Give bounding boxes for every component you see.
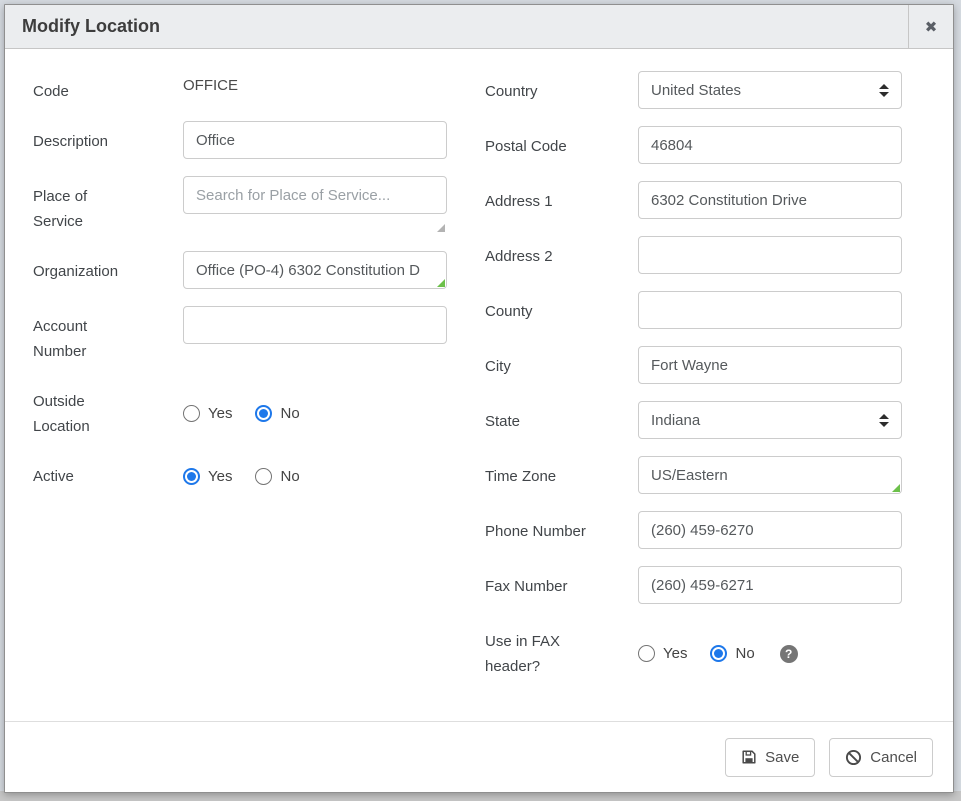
select-caret-icon [879, 84, 889, 97]
page-background: Modify Location ✖ Code OFFICE Descriptio… [0, 0, 961, 801]
close-button[interactable]: ✖ [908, 5, 953, 48]
outside-location-yes-radio[interactable]: Yes [183, 405, 232, 422]
time-zone-label: Time Zone [485, 456, 638, 494]
field-fax-header: Use in FAX header? Yes No ? [485, 621, 905, 679]
code-value: OFFICE [183, 71, 447, 94]
field-phone-number: Phone Number [485, 511, 905, 549]
cancel-button[interactable]: Cancel [829, 738, 933, 777]
state-select-value: Indiana [651, 412, 879, 429]
city-input[interactable] [638, 346, 902, 384]
field-address2: Address 2 [485, 236, 905, 274]
radio-unchecked-icon [638, 645, 655, 662]
close-icon: ✖ [925, 18, 938, 36]
state-label: State [485, 401, 638, 439]
time-zone-input[interactable] [638, 456, 902, 494]
autocomplete-valid-corner-icon [437, 279, 445, 287]
active-label: Active [33, 456, 183, 489]
phone-number-input[interactable] [638, 511, 902, 549]
radio-unchecked-icon [255, 468, 272, 485]
address2-label: Address 2 [485, 236, 638, 274]
radio-label: No [735, 645, 754, 662]
radio-label: No [280, 405, 299, 422]
active-yes-radio[interactable]: Yes [183, 468, 232, 485]
place-of-service-label: Place of Service [33, 176, 183, 234]
field-city: City [485, 346, 905, 384]
right-column: Country United States Postal Code [485, 71, 905, 721]
radio-label: Yes [663, 645, 687, 662]
cancel-button-label: Cancel [870, 749, 917, 766]
autocomplete-corner-icon [437, 224, 445, 232]
county-label: County [485, 291, 638, 329]
save-button[interactable]: Save [725, 738, 815, 777]
postal-code-label: Postal Code [485, 126, 638, 164]
field-code: Code OFFICE [33, 71, 447, 104]
dialog-body: Code OFFICE Description Place of Service [5, 49, 953, 721]
active-no-radio[interactable]: No [255, 468, 299, 485]
outside-location-label: Outside Location [33, 381, 183, 439]
save-button-label: Save [765, 749, 799, 766]
radio-checked-icon [183, 468, 200, 485]
address1-input[interactable] [638, 181, 902, 219]
field-description: Description [33, 121, 447, 159]
description-label: Description [33, 121, 183, 159]
field-organization: Organization [33, 251, 447, 289]
field-time-zone: Time Zone [485, 456, 905, 494]
city-label: City [485, 346, 638, 384]
fax-header-label: Use in FAX header? [485, 621, 638, 679]
organization-label: Organization [33, 251, 183, 289]
organization-input[interactable] [183, 251, 447, 289]
country-label: Country [485, 71, 638, 109]
fax-number-label: Fax Number [485, 566, 638, 604]
help-icon-glyph: ? [785, 647, 792, 661]
field-country: Country United States [485, 71, 905, 109]
radio-label: Yes [208, 468, 232, 485]
country-select-value: United States [651, 82, 879, 99]
dialog-title: Modify Location [5, 5, 908, 48]
fax-header-no-radio[interactable]: No [710, 645, 754, 662]
field-place-of-service: Place of Service [33, 176, 447, 234]
fax-header-yes-radio[interactable]: Yes [638, 645, 687, 662]
fax-number-input[interactable] [638, 566, 902, 604]
field-active: Active Yes No [33, 456, 447, 489]
account-number-label: Account Number [33, 306, 183, 364]
dialog-footer: Save Cancel [5, 721, 953, 792]
state-select[interactable]: Indiana [638, 401, 902, 439]
outside-location-no-radio[interactable]: No [255, 405, 299, 422]
save-icon [741, 749, 757, 765]
field-state: State Indiana [485, 401, 905, 439]
left-column: Code OFFICE Description Place of Service [33, 71, 447, 721]
modify-location-dialog: Modify Location ✖ Code OFFICE Descriptio… [4, 4, 954, 793]
address2-input[interactable] [638, 236, 902, 274]
field-county: County [485, 291, 905, 329]
field-address1: Address 1 [485, 181, 905, 219]
code-label: Code [33, 71, 183, 104]
help-icon[interactable]: ? [780, 645, 798, 663]
country-select[interactable]: United States [638, 71, 902, 109]
field-fax-number: Fax Number [485, 566, 905, 604]
select-caret-icon [879, 414, 889, 427]
account-number-input[interactable] [183, 306, 447, 344]
place-of-service-input[interactable] [183, 176, 447, 214]
phone-number-label: Phone Number [485, 511, 638, 549]
field-outside-location: Outside Location Yes No [33, 381, 447, 439]
cancel-icon [845, 749, 862, 766]
field-account-number: Account Number [33, 306, 447, 364]
dialog-header: Modify Location ✖ [5, 5, 953, 49]
radio-unchecked-icon [183, 405, 200, 422]
county-input[interactable] [638, 291, 902, 329]
address1-label: Address 1 [485, 181, 638, 219]
radio-label: Yes [208, 405, 232, 422]
radio-label: No [280, 468, 299, 485]
description-input[interactable] [183, 121, 447, 159]
radio-checked-icon [255, 405, 272, 422]
postal-code-input[interactable] [638, 126, 902, 164]
autocomplete-valid-corner-icon [892, 484, 900, 492]
field-postal-code: Postal Code [485, 126, 905, 164]
radio-checked-icon [710, 645, 727, 662]
